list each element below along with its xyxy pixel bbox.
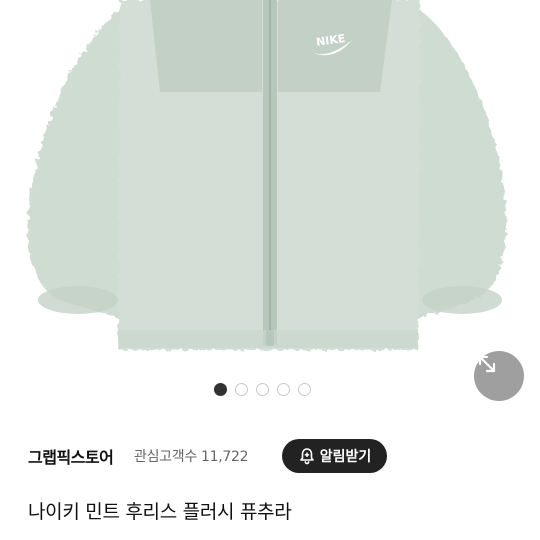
notify-button[interactable]: 알림받기 xyxy=(282,439,387,473)
seller-info-bar: 그랩픽스토어 관심고객수 11,722 알림받기 나이키 민트 후리스 플러시 … xyxy=(0,418,540,540)
image-pagination xyxy=(214,381,311,397)
pagination-dot[interactable] xyxy=(214,382,227,396)
pagination-dot[interactable] xyxy=(298,382,311,396)
pagination-dot[interactable] xyxy=(277,382,290,396)
expand-arrows-icon xyxy=(478,355,496,373)
product-title: 나이키 민트 후리스 플러시 퓨추라 xyxy=(28,501,292,523)
store-name-link[interactable]: 그랩픽스토어 xyxy=(28,444,114,468)
notify-button-label: 알림받기 xyxy=(319,449,372,465)
fleece-jacket-illustration: NIKE xyxy=(27,0,507,350)
product-image[interactable]: NIKE xyxy=(0,0,540,418)
followers-count: 관심고객수 11,722 xyxy=(134,449,249,465)
pagination-dot[interactable] xyxy=(235,382,248,396)
pagination-dot[interactable] xyxy=(256,382,269,396)
expand-image-button[interactable] xyxy=(474,351,524,401)
bell-plus-icon xyxy=(299,448,314,465)
